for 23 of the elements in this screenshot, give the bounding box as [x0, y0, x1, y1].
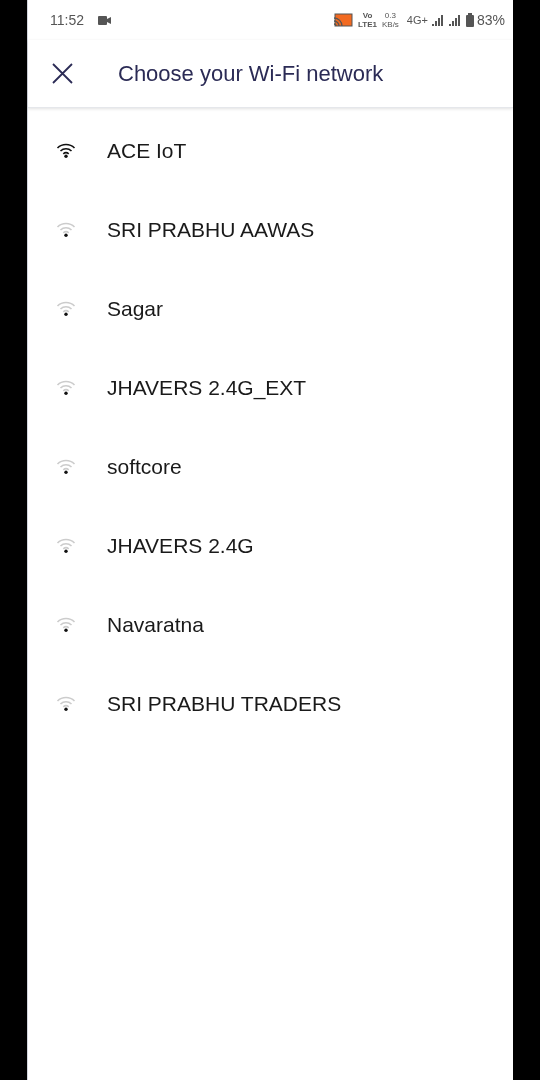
network-type: 4G+: [406, 12, 428, 28]
network-name[interactable]: SRI PRABHU AAWAS: [107, 213, 315, 246]
status-time: 11:52: [50, 10, 84, 30]
data-speed-unit: KB/s: [381, 20, 399, 29]
cast-icon: [333, 12, 353, 28]
network-name[interactable]: JHAVERS 2.4G_EXT: [107, 371, 307, 404]
network-name[interactable]: Navaratna: [107, 608, 204, 641]
network-name[interactable]: SRI PRABHU TRADERS: [107, 687, 342, 720]
volte-label: LTE1: [358, 20, 377, 29]
close-icon: [51, 63, 73, 84]
network-name[interactable]: Sagar: [107, 292, 164, 325]
screen-title: Choose your Wi-Fi network: [118, 60, 384, 88]
battery-percentage: 83%: [476, 10, 505, 30]
battery-icon: [465, 13, 474, 27]
close-button[interactable]: [50, 61, 74, 86]
video-camera-icon: [98, 15, 111, 25]
network-name[interactable]: ACE IoT: [107, 134, 187, 167]
data-speed: 0.3: [384, 11, 396, 20]
volte-label: Vo: [362, 11, 373, 20]
network-name[interactable]: JHAVERS 2.4G: [107, 529, 254, 562]
signal-icon: [431, 14, 444, 26]
signal-icon: [448, 14, 461, 26]
network-name[interactable]: softcore: [107, 450, 182, 483]
